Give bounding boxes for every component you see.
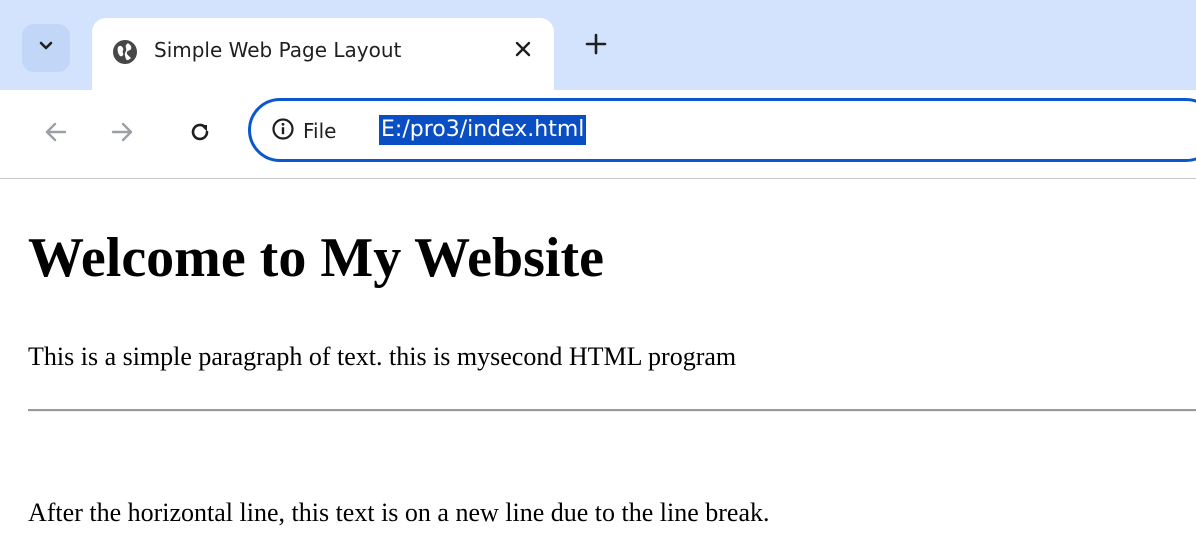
horizontal-rule	[28, 409, 1196, 412]
arrow-left-icon	[43, 119, 69, 150]
browser-window: Simple Web Page Layout File E:/pro3/inde…	[0, 0, 1196, 534]
close-icon	[514, 40, 532, 63]
info-icon	[271, 117, 295, 146]
globe-icon	[110, 37, 140, 67]
new-tab-button[interactable]	[578, 28, 614, 64]
tab-title: Simple Web Page Layout	[154, 38, 402, 62]
page-paragraph-after-line: After the horizontal line, this text is …	[28, 498, 770, 527]
url-text[interactable]: E:/pro3/index.html	[379, 115, 587, 145]
address-bar[interactable]: File E:/pro3/index.html	[248, 98, 1196, 162]
site-info-label: File	[303, 119, 337, 143]
tab-search-button[interactable]	[22, 24, 70, 72]
reload-icon	[187, 119, 213, 150]
page-content: Welcome to My Website This is a simple p…	[0, 180, 1196, 534]
toolbar: File E:/pro3/index.html	[0, 90, 1196, 179]
reload-button[interactable]	[180, 114, 220, 154]
plus-icon	[585, 33, 607, 60]
tab-active[interactable]: Simple Web Page Layout	[92, 18, 554, 90]
forward-button[interactable]	[102, 114, 142, 154]
arrow-right-icon	[109, 119, 135, 150]
site-info-button[interactable]: File	[271, 116, 336, 146]
chevron-down-icon	[36, 36, 56, 61]
page-paragraph: This is a simple paragraph of text. this…	[28, 342, 737, 371]
back-button[interactable]	[36, 114, 76, 154]
page-heading: Welcome to My Website	[28, 227, 604, 289]
tab-strip: Simple Web Page Layout	[0, 0, 1196, 90]
close-tab-button[interactable]	[506, 34, 540, 68]
